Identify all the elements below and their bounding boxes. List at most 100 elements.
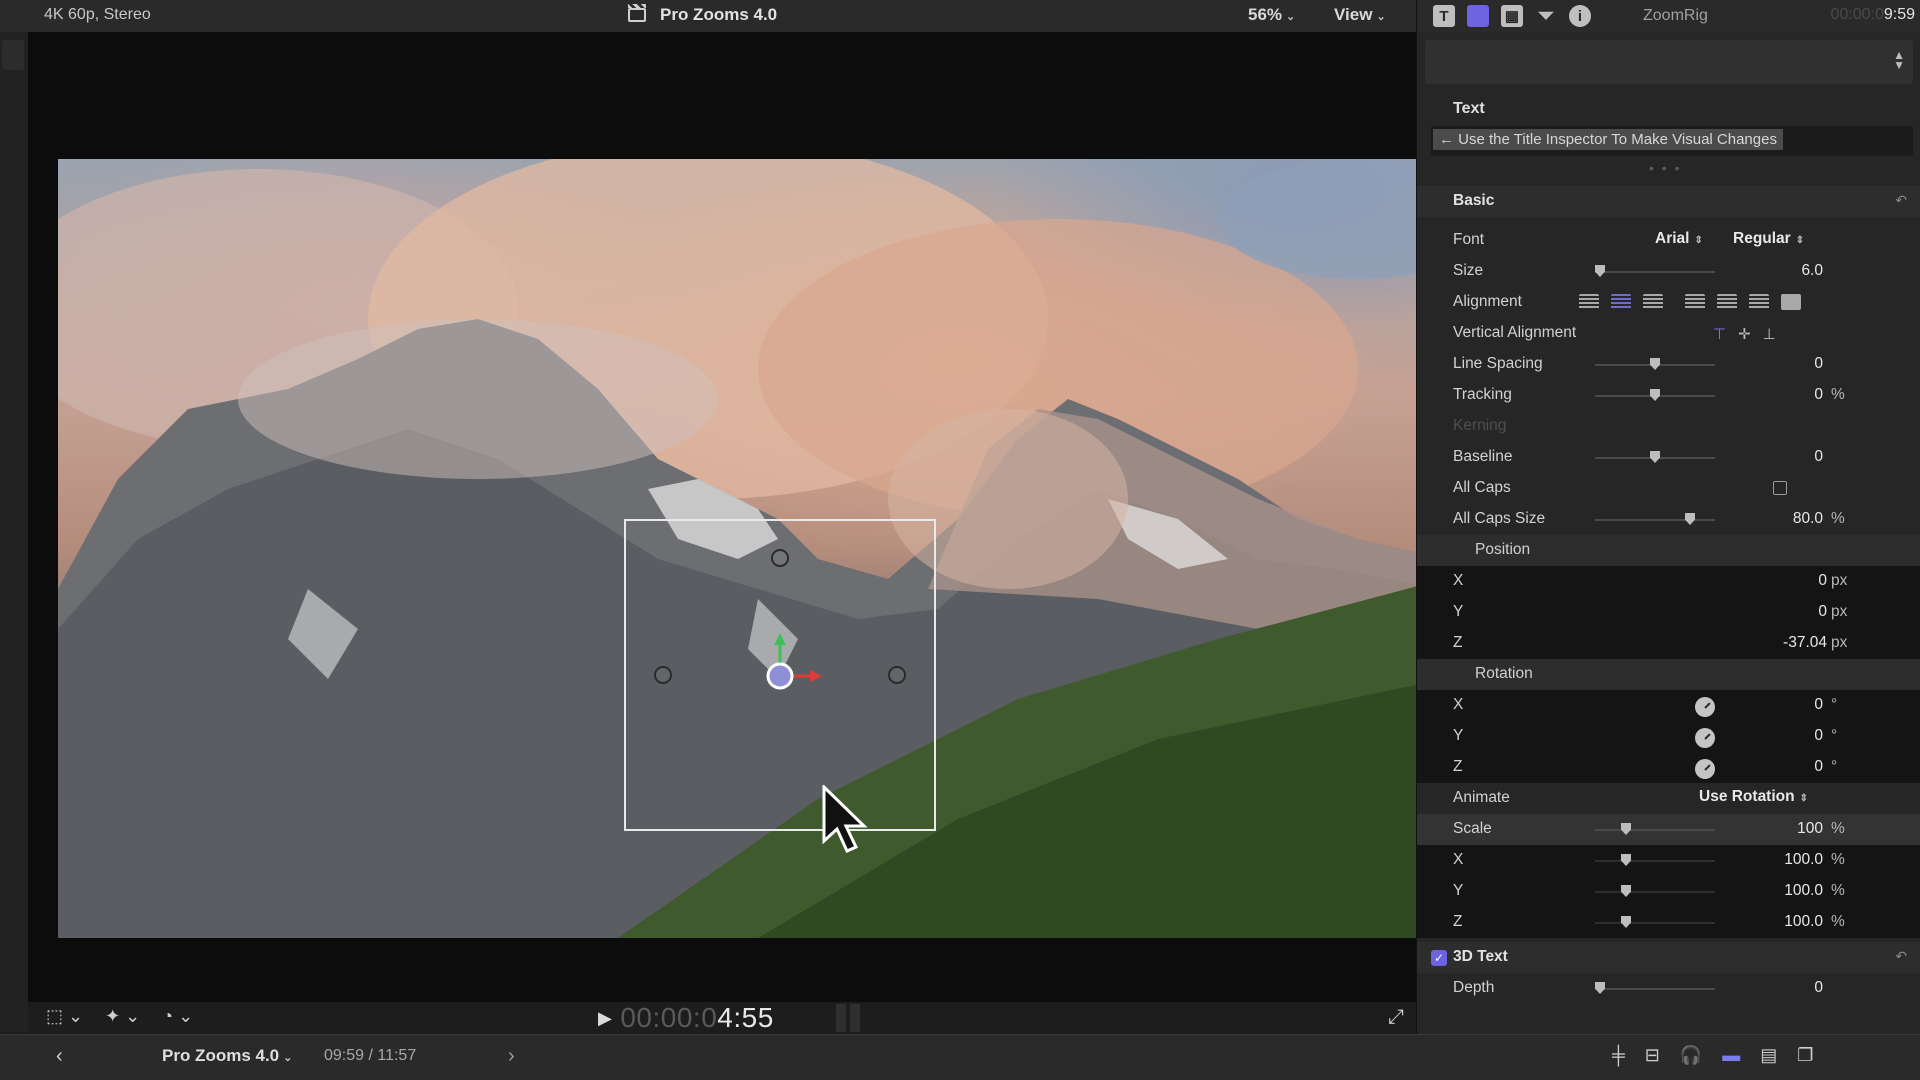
text3d-checkbox[interactable]: ✓ xyxy=(1431,950,1447,966)
rotation-section-header[interactable]: Rotation xyxy=(1417,659,1920,690)
scale-z-slider[interactable] xyxy=(1595,916,1715,928)
basic-label: Basic xyxy=(1453,192,1495,209)
scale-value[interactable]: 100 xyxy=(1797,820,1823,838)
title-field[interactable]: ▲ ▼ xyxy=(1425,40,1913,84)
text-inspector-icon[interactable]: T xyxy=(1433,5,1455,27)
scale-knob[interactable] xyxy=(1621,823,1631,835)
line-spacing-knob[interactable] xyxy=(1650,358,1660,370)
rotation-z-value[interactable]: 0 xyxy=(1814,758,1823,776)
top-handle[interactable] xyxy=(771,549,789,567)
position-y-row: Y 0 px xyxy=(1417,597,1920,628)
align-center-icon[interactable] xyxy=(1611,294,1631,310)
size-knob[interactable] xyxy=(1595,265,1605,277)
align-left-icon[interactable] xyxy=(1579,294,1599,310)
info-icon[interactable]: i xyxy=(1569,5,1591,27)
line-spacing-value[interactable]: 0 xyxy=(1814,355,1823,373)
tracking-slider[interactable] xyxy=(1595,389,1715,401)
baseline-knob[interactable] xyxy=(1650,451,1660,463)
view-menu[interactable]: View ⌄ xyxy=(1334,5,1386,25)
basic-section-header[interactable]: Basic ↶ xyxy=(1417,186,1920,217)
skimming-icon[interactable]: ⊟ xyxy=(1645,1045,1660,1066)
animate-popup[interactable]: Use Rotation ⇕ xyxy=(1699,788,1808,806)
anchor-gizmo[interactable] xyxy=(756,631,836,701)
play-icon[interactable]: ▶ xyxy=(598,1008,612,1029)
rotation-x-value[interactable]: 0 xyxy=(1814,696,1823,714)
position-z-value[interactable]: -37.04 xyxy=(1783,634,1827,652)
scale-y-slider[interactable] xyxy=(1595,885,1715,897)
scale-slider[interactable] xyxy=(1595,823,1715,835)
line-spacing-slider[interactable] xyxy=(1595,358,1715,370)
enhance-icon[interactable]: ✦ ⌄ xyxy=(105,1006,140,1027)
timecode-display[interactable]: ▶ 00:00:04:55 xyxy=(598,1002,774,1034)
left-handle[interactable] xyxy=(654,666,672,684)
position-section-header[interactable]: Position xyxy=(1417,535,1920,566)
rotation-y-value[interactable]: 0 xyxy=(1814,727,1823,745)
clip-appearance-icon[interactable]: ▤ xyxy=(1760,1045,1777,1066)
font-value: Arial xyxy=(1655,230,1690,247)
reset-icon[interactable]: ↶ xyxy=(1895,948,1907,965)
zoom-popup[interactable]: 56% ⌄ xyxy=(1248,5,1295,25)
text3d-section-header[interactable]: ✓ 3D Text ↶ xyxy=(1417,942,1920,973)
scale-x-value[interactable]: 100.0 xyxy=(1784,851,1823,869)
baseline-value[interactable]: 0 xyxy=(1814,448,1823,466)
video-frame[interactable] xyxy=(58,159,1444,938)
timeline-project-popup[interactable]: Pro Zooms 4.0 ⌄ xyxy=(162,1046,292,1066)
film-inspector-icon[interactable]: ▦ xyxy=(1501,5,1523,27)
filter-inspector-icon[interactable]: ⏷ xyxy=(1535,5,1557,27)
align-bottom-icon[interactable]: ⊥ xyxy=(1763,325,1776,343)
scale-z-knob[interactable] xyxy=(1621,916,1631,928)
fullscreen-icon[interactable]: ⤢ xyxy=(1388,1006,1404,1029)
size-slider[interactable] xyxy=(1595,265,1715,277)
scale-z-value[interactable]: 100.0 xyxy=(1784,913,1823,931)
all-caps-checkbox[interactable] xyxy=(1773,481,1787,495)
scale-x-slider[interactable] xyxy=(1595,854,1715,866)
tracking-knob[interactable] xyxy=(1650,389,1660,401)
transform-icon[interactable]: ⬚ ⌄ xyxy=(46,1006,83,1027)
snapping-icon[interactable]: ▬ xyxy=(1722,1045,1740,1066)
scale-x-knob[interactable] xyxy=(1621,854,1631,866)
sidebar-toggle-button[interactable] xyxy=(2,40,24,70)
zoom-to-fit-icon[interactable]: ╪ xyxy=(1612,1045,1625,1066)
baseline-slider[interactable] xyxy=(1595,451,1715,463)
all-caps-size-knob[interactable] xyxy=(1685,513,1695,525)
transform-bounding-box[interactable] xyxy=(624,519,936,853)
window-icon[interactable]: ❐ xyxy=(1797,1045,1813,1066)
text-section-header: Text xyxy=(1453,100,1485,117)
vertical-alignment-row: Vertical Alignment ⊤ ✛ ⊥ xyxy=(1417,318,1920,349)
scale-y-knob[interactable] xyxy=(1621,885,1631,897)
stepper-icon[interactable]: ▲ ▼ xyxy=(1893,49,1905,71)
size-value[interactable]: 6.0 xyxy=(1801,262,1823,280)
forward-icon[interactable]: › xyxy=(508,1045,515,1068)
all-caps-size-value[interactable]: 80.0 xyxy=(1793,510,1823,528)
align-right-icon[interactable] xyxy=(1643,294,1663,310)
justify-right-icon[interactable] xyxy=(1749,294,1769,310)
back-icon[interactable]: ‹ xyxy=(56,1045,63,1068)
font-popup[interactable]: Arial ⇕ xyxy=(1655,230,1703,248)
tracking-value[interactable]: 0 xyxy=(1814,386,1823,404)
depth-slider[interactable] xyxy=(1595,982,1715,994)
reset-icon[interactable]: ↶ xyxy=(1895,192,1907,209)
position-y-value[interactable]: 0 xyxy=(1818,603,1827,621)
justify-center-icon[interactable] xyxy=(1717,294,1737,310)
align-top-icon[interactable]: ⊤ xyxy=(1713,325,1726,343)
text-hint-field[interactable]: ← Use the Title Inspector To Make Visual… xyxy=(1431,126,1913,156)
rotation-y-label: Y xyxy=(1453,727,1464,744)
rotation-x-dial[interactable] xyxy=(1695,697,1715,717)
align-middle-icon[interactable]: ✛ xyxy=(1738,325,1751,343)
rotation-y-dial[interactable] xyxy=(1695,728,1715,748)
headphones-icon[interactable]: 🎧 xyxy=(1680,1045,1702,1066)
all-caps-size-slider[interactable] xyxy=(1595,513,1715,525)
retime-icon[interactable]: ◔ ⌄ xyxy=(162,1006,193,1027)
scale-z-label: Z xyxy=(1453,913,1463,930)
right-handle[interactable] xyxy=(888,666,906,684)
justify-left-icon[interactable] xyxy=(1685,294,1705,310)
rotation-z-dial[interactable] xyxy=(1695,759,1715,779)
position-x-value[interactable]: 0 xyxy=(1818,572,1827,590)
video-inspector-icon[interactable] xyxy=(1467,5,1489,27)
depth-value[interactable]: 0 xyxy=(1814,979,1823,997)
justify-full-icon[interactable] xyxy=(1781,294,1801,310)
scale-y-value[interactable]: 100.0 xyxy=(1784,882,1823,900)
depth-knob[interactable] xyxy=(1595,982,1605,994)
font-style-popup[interactable]: Regular ⇕ xyxy=(1733,230,1804,248)
resize-handle[interactable]: • • • xyxy=(1649,160,1681,176)
